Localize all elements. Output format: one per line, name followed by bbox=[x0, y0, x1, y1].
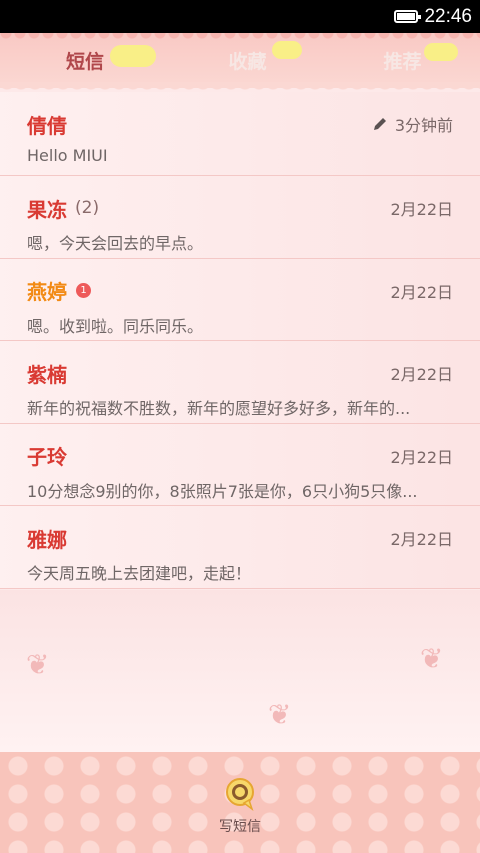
message-time: 2月22日 bbox=[390, 365, 453, 384]
message-time: 3分钟前 bbox=[373, 112, 453, 136]
conversation-row[interactable]: 紫楠 2月22日 新年的祝福数不胜数，新年的愿望好多好多，新年的... bbox=[0, 341, 480, 424]
tab-messages[interactable]: 短信 bbox=[0, 47, 170, 74]
bottom-bar: 写短信 bbox=[0, 752, 480, 853]
contact-name: 果冻 bbox=[27, 197, 67, 222]
butterfly-icon: ❦ bbox=[420, 642, 444, 675]
tab-favorites[interactable]: 收藏 bbox=[170, 47, 325, 74]
status-clock: 22:46 bbox=[424, 5, 472, 27]
unread-badge: 1 bbox=[76, 283, 91, 298]
status-bar: 22:46 bbox=[0, 0, 480, 33]
conversation-row[interactable]: 果冻 (2) 2月22日 嗯，今天会回去的早点。 bbox=[0, 176, 480, 259]
contact-name: 子玲 bbox=[27, 445, 67, 469]
message-preview: Hello MIUI bbox=[27, 146, 108, 165]
contact-name: 燕婷 bbox=[27, 280, 67, 304]
message-preview: 新年的祝福数不胜数，新年的愿望好多好多，新年的... bbox=[27, 399, 411, 418]
compose-button[interactable]: 写短信 bbox=[219, 816, 261, 836]
message-preview: 嗯，今天会回去的早点。 bbox=[27, 234, 204, 253]
message-count: (2) bbox=[75, 198, 100, 218]
message-preview: 嗯。收到啦。同乐同乐。 bbox=[27, 316, 204, 336]
conversation-row[interactable]: 燕婷 1 2月22日 嗯。收到啦。同乐同乐。 bbox=[0, 258, 480, 341]
message-preview: 今天周五晚上去团建吧，走起！ bbox=[27, 564, 252, 583]
compose-message-icon[interactable] bbox=[222, 776, 258, 812]
battery-icon bbox=[394, 10, 422, 23]
conversation-list: 倩倩 3分钟前 Hello MIUI 果冻 (2) 2月22日 嗯，今天会回去的… bbox=[0, 92, 480, 589]
conversation-row[interactable]: 倩倩 3分钟前 Hello MIUI bbox=[0, 92, 480, 176]
contact-name: 倩倩 bbox=[27, 113, 67, 138]
conversation-row[interactable]: 雅娜 2月22日 今天周五晚上去团建吧，走起！ bbox=[0, 506, 480, 589]
butterfly-icon: ❦ bbox=[268, 698, 292, 731]
message-time: 2月22日 bbox=[390, 200, 453, 219]
tab-bar: 短信 收藏 推荐 bbox=[0, 33, 480, 94]
tab-recommended[interactable]: 推荐 bbox=[325, 47, 480, 74]
conversation-row[interactable]: 子玲 2月22日 10分想念9别的你，8张照片7张是你，6只小狗5只像... bbox=[0, 423, 480, 506]
message-time: 2月22日 bbox=[390, 447, 453, 467]
contact-name: 紫楠 bbox=[27, 362, 67, 387]
message-time: 2月22日 bbox=[390, 282, 453, 302]
message-time: 2月22日 bbox=[390, 530, 453, 549]
background-decoration: ❦ ❦ ❦ bbox=[0, 590, 480, 752]
message-preview: 10分想念9别的你，8张照片7张是你，6只小狗5只像... bbox=[27, 481, 418, 501]
message-time-text: 3分钟前 bbox=[394, 116, 453, 135]
contact-name: 雅娜 bbox=[27, 527, 67, 552]
pencil-icon bbox=[373, 118, 386, 130]
butterfly-icon: ❦ bbox=[26, 648, 50, 681]
